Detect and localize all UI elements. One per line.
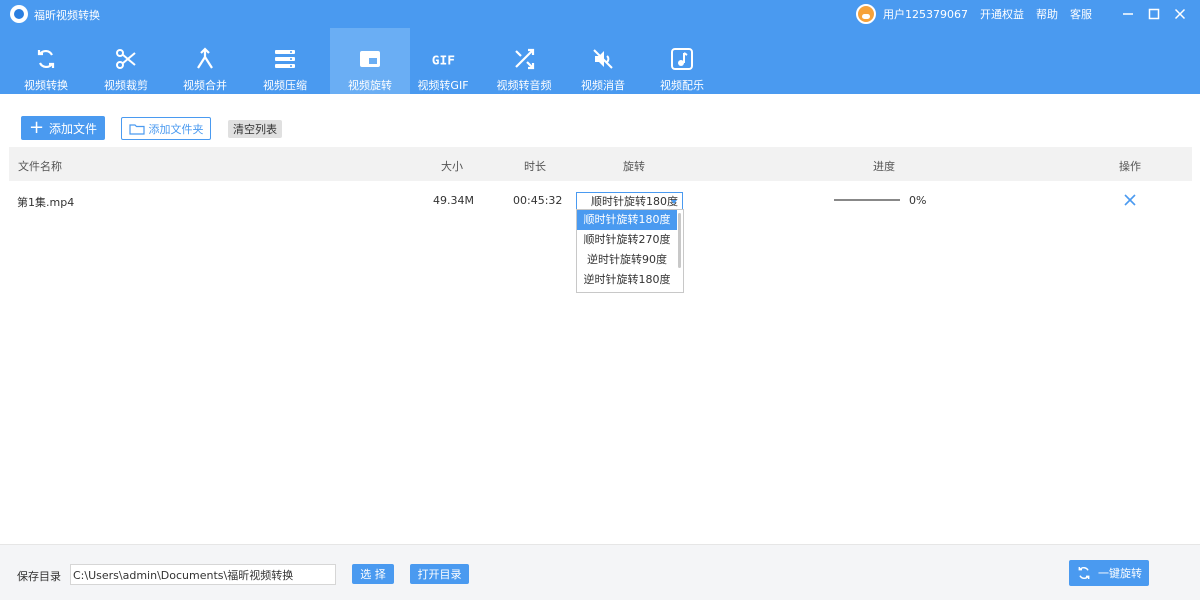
tool-video-music[interactable]: 视频配乐 — [642, 28, 722, 94]
file-size-cell: 49.34M — [433, 194, 474, 207]
tool-label: 视频压缩 — [263, 79, 307, 92]
header-duration: 时长 — [524, 160, 546, 173]
shuffle-icon — [510, 45, 538, 73]
close-icon — [1174, 8, 1186, 20]
tool-video-merge[interactable]: 视频合并 — [165, 28, 245, 94]
delete-icon[interactable] — [1123, 193, 1137, 207]
membership-link[interactable]: 开通权益 — [980, 6, 1024, 22]
rotation-select-value: 顺时针旋转180度 — [591, 195, 678, 208]
header-rotate: 旋转 — [623, 160, 645, 173]
close-button[interactable] — [1168, 0, 1192, 28]
tool-video-to-gif[interactable]: GIF 视频转GIF — [403, 28, 483, 94]
tool-label: 视频旋转 — [348, 79, 392, 92]
header-progress: 进度 — [873, 160, 895, 173]
tool-label: 视频裁剪 — [104, 79, 148, 92]
tool-label: 视频转音频 — [496, 79, 552, 92]
footer-bar: 保存目录 选 择 打开目录 一键旋转 — [0, 544, 1200, 600]
tool-video-convert[interactable]: 视频转换 — [6, 28, 86, 94]
add-file-label: 添加文件 — [49, 121, 98, 136]
maximize-icon — [1148, 8, 1160, 20]
tool-video-rotate[interactable]: 视频旋转 — [330, 28, 410, 94]
duration-cell: 00:45:32 — [513, 194, 563, 207]
rotate-all-label: 一键旋转 — [1098, 567, 1142, 580]
svg-text:GIF: GIF — [432, 54, 455, 69]
save-directory-label: 保存目录 — [17, 570, 61, 583]
clear-list-button[interactable]: 清空列表 — [228, 120, 282, 138]
window-controls — [1114, 0, 1192, 28]
compress-icon — [271, 45, 299, 73]
header-file-name: 文件名称 — [18, 160, 62, 173]
minimize-icon — [1123, 13, 1133, 15]
file-table-header: 文件名称 大小 时长 旋转 进度 操作 — [9, 147, 1192, 181]
tool-video-mute[interactable]: 视频消音 — [563, 28, 643, 94]
rotation-select[interactable]: 顺时针旋转180度 — [576, 192, 683, 210]
title-bar-right: 用户125379067 开通权益 帮助 客服 — [856, 0, 1200, 28]
dropdown-scrollbar[interactable] — [678, 213, 681, 268]
avatar[interactable] — [856, 4, 876, 24]
tool-video-to-audio[interactable]: 视频转音频 — [484, 28, 564, 94]
add-folder-button[interactable]: 添加文件夹 — [121, 117, 211, 140]
choose-button[interactable]: 选 择 — [352, 564, 394, 584]
title-bar: 福昕视频转换 用户125379067 开通权益 帮助 客服 — [0, 0, 1200, 28]
tool-video-compress[interactable]: 视频压缩 — [245, 28, 325, 94]
file-name-cell: 第1集.mp4 — [17, 196, 75, 209]
tool-label: 视频消音 — [581, 79, 625, 92]
progress-bar — [834, 199, 900, 201]
rotation-dropdown-list: 顺时针旋转180度 顺时针旋转270度 逆时针旋转90度 逆时针旋转180度 — [576, 209, 684, 293]
rotate-icon — [356, 45, 384, 73]
username-label[interactable]: 用户125379067 — [883, 6, 968, 22]
tool-label: 视频转换 — [24, 79, 68, 92]
gif-icon: GIF — [429, 45, 457, 73]
add-file-button[interactable]: + 添加文件 — [21, 116, 105, 140]
tool-label: 视频转GIF — [417, 79, 469, 92]
tool-label: 视频合并 — [183, 79, 227, 92]
open-directory-button[interactable]: 打开目录 — [410, 564, 469, 584]
dropdown-option[interactable]: 顺时针旋转180度 — [577, 210, 677, 230]
save-path-input[interactable] — [70, 564, 336, 585]
music-icon — [668, 45, 696, 73]
refresh-icon — [1078, 566, 1090, 580]
plus-icon: + — [28, 117, 45, 138]
folder-icon — [128, 123, 145, 135]
tool-label: 视频配乐 — [660, 79, 704, 92]
app-title: 福昕视频转换 — [34, 9, 100, 22]
app-logo-icon — [10, 5, 28, 23]
feature-toolbar: 视频转换 视频裁剪 视频合并 视频压缩 视频旋转 GIF 视频转GIF 视频转音… — [0, 28, 1200, 94]
dropdown-option[interactable]: 顺时针旋转270度 — [577, 230, 677, 250]
header-action: 操作 — [1119, 160, 1141, 173]
merge-icon — [191, 45, 219, 73]
header-size: 大小 — [441, 160, 463, 173]
rotate-all-button[interactable]: 一键旋转 — [1069, 560, 1149, 586]
scissors-icon — [112, 45, 140, 73]
support-link[interactable]: 客服 — [1070, 6, 1092, 22]
dropdown-option[interactable]: 逆时针旋转180度 — [577, 270, 677, 290]
mute-icon — [589, 45, 617, 73]
dropdown-option[interactable]: 逆时针旋转90度 — [577, 250, 677, 270]
refresh-icon — [32, 45, 60, 73]
tool-video-trim[interactable]: 视频裁剪 — [86, 28, 166, 94]
minimize-button[interactable] — [1116, 0, 1140, 28]
help-link[interactable]: 帮助 — [1036, 6, 1058, 22]
maximize-button[interactable] — [1142, 0, 1166, 28]
progress-percent: 0% — [909, 194, 927, 207]
chevron-down-icon — [671, 200, 677, 204]
add-folder-label: 添加文件夹 — [148, 122, 204, 136]
